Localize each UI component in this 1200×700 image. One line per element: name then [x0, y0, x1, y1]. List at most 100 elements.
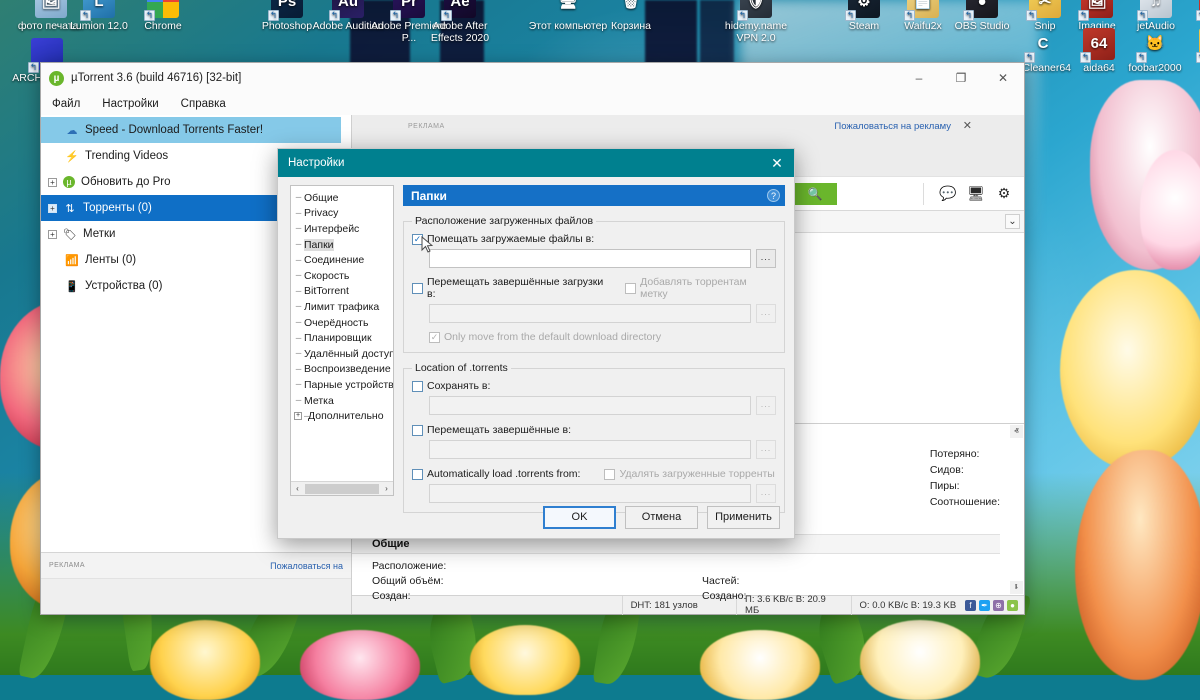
tree-horizontal-scrollbar[interactable]: ‹ ›: [291, 481, 393, 495]
sidebar-item-label: Ленты (0): [85, 254, 137, 266]
move-completed-checkbox[interactable]: [412, 282, 423, 294]
prefs-category-4[interactable]: – Соединение: [291, 252, 393, 268]
help-icon[interactable]: ?: [767, 189, 780, 202]
tree-connector: –: [295, 332, 302, 344]
prefs-category-13[interactable]: – Метка: [291, 393, 393, 409]
shortcut-arrow-icon: ↰: [441, 10, 452, 21]
prefs-category-label: Планировщик: [304, 332, 372, 345]
chevron-down-icon[interactable]: ⌄: [1005, 214, 1020, 229]
expand-icon[interactable]: +: [48, 229, 57, 239]
prefs-category-label: Очерёдность: [304, 316, 369, 329]
prefs-category-7[interactable]: – Лимит трафика: [291, 299, 393, 315]
prefs-category-12[interactable]: – Парные устройства: [291, 377, 393, 393]
sidebar-item-label: Метки: [83, 228, 116, 240]
close-button[interactable]: ✕: [982, 63, 1024, 93]
save-in-label: Сохранять в:: [427, 380, 491, 392]
menu-file[interactable]: Файл: [49, 97, 83, 111]
menu-help[interactable]: Справка: [178, 97, 229, 111]
apply-button[interactable]: Применить: [707, 505, 780, 529]
desktop-icon-chrome-icon[interactable]: ↰ Chrome: [120, 0, 206, 32]
prefs-category-label: Метка: [304, 394, 334, 407]
only-move-default-label: Only move from the default download dire…: [444, 331, 662, 343]
prefs-category-label: Privacy: [304, 207, 339, 220]
prefs-category-10[interactable]: – Удалённый доступ: [291, 346, 393, 362]
prefs-category-8[interactable]: – Очерёдность: [291, 315, 393, 331]
scroll-up-icon[interactable]: ⱏ: [1010, 425, 1023, 438]
tree-connector: –: [295, 395, 302, 407]
desktop-icon-potplayer-icon[interactable]: ▶↰Pot...: [1172, 28, 1200, 74]
close-icon[interactable]: ✕: [760, 149, 794, 177]
browse-button[interactable]: ...: [756, 396, 776, 415]
move-completed-path-input[interactable]: [429, 304, 751, 323]
browse-button[interactable]: ...: [756, 249, 776, 268]
prefs-category-9[interactable]: – Планировщик: [291, 330, 393, 346]
prefs-category-1[interactable]: – Privacy: [291, 206, 393, 222]
desktop-icon-after-effects-icon[interactable]: Ae ↰ Adobe After Effects 2020: [417, 0, 503, 44]
ad-label: РЕКЛАМА: [49, 562, 85, 569]
move-finished-row[interactable]: Перемещать завершённые в:: [412, 424, 776, 436]
scrollbar-thumb[interactable]: [305, 483, 379, 494]
put-files-row[interactable]: ✓ Помещать загружаемые файлы в:: [412, 233, 776, 245]
only-move-default-checkbox[interactable]: ✓: [429, 331, 440, 343]
prefs-category-label: Лимит трафика: [304, 300, 380, 313]
prefs-category-0[interactable]: – Общие: [291, 190, 393, 206]
only-move-default-row[interactable]: ✓ Only move from the default download di…: [429, 331, 776, 343]
prefs-category-2[interactable]: – Интерфейс: [291, 221, 393, 237]
expand-icon[interactable]: +: [48, 177, 57, 187]
ok-button[interactable]: OK: [543, 505, 616, 529]
prefs-category-5[interactable]: – Скорость: [291, 268, 393, 284]
save-in-path-input[interactable]: [429, 396, 751, 415]
scroll-right-icon[interactable]: ›: [380, 484, 393, 493]
prefs-category-11[interactable]: – Воспроизведение: [291, 362, 393, 378]
audition-icon: Au ↰: [329, 0, 364, 21]
aida64-icon: 64 ↰: [1080, 28, 1115, 63]
minimize-button[interactable]: –: [898, 63, 940, 93]
search-icon[interactable]: 🔍: [793, 182, 837, 205]
pane-header: Папки ?: [403, 185, 785, 206]
tag-icon: 🏷: [63, 228, 77, 241]
close-ad-icon[interactable]: ✕: [963, 119, 972, 132]
android-icon[interactable]: ●: [1007, 599, 1019, 611]
move-finished-path-input[interactable]: [429, 440, 751, 459]
put-files-path-input[interactable]: [429, 249, 751, 268]
save-in-row[interactable]: Сохранять в:: [412, 380, 776, 392]
delete-loaded-checkbox[interactable]: [604, 468, 616, 480]
prefs-category-3[interactable]: – Папки: [291, 237, 393, 253]
add-torrent-label-label: Добавлять торрентам метку: [640, 276, 747, 300]
torrents-location-group: Location of .torrents Сохранять в: ... П…: [403, 362, 785, 513]
menu-settings[interactable]: Настройки: [99, 97, 161, 111]
sidebar-item-0[interactable]: ☁ Speed - Download Torrents Faster!: [41, 117, 341, 143]
save-in-checkbox[interactable]: [412, 380, 423, 392]
expand-icon[interactable]: +: [48, 203, 57, 213]
maximize-button[interactable]: ❐: [940, 63, 982, 93]
browse-button[interactable]: ...: [756, 440, 776, 459]
scroll-left-icon[interactable]: ‹: [291, 484, 304, 493]
expand-icon[interactable]: +: [294, 412, 302, 421]
move-completed-row[interactable]: Перемещать завершённые загрузки в: Добав…: [412, 276, 776, 300]
scroll-down-icon[interactable]: ⱛ: [1010, 581, 1023, 594]
move-finished-checkbox[interactable]: [412, 424, 423, 436]
detail-row-right: Создано:: [702, 590, 747, 602]
browse-button[interactable]: ...: [756, 304, 776, 323]
put-files-checkbox[interactable]: ✓: [412, 233, 423, 245]
prefs-category-14[interactable]: + – Дополнительно: [291, 408, 393, 424]
gear-icon[interactable]: ⚙: [990, 185, 1018, 202]
desktop-icon-recycle-bin-icon[interactable]: 🗑 Корзина: [588, 0, 674, 32]
remote-screen-icon[interactable]: 🖥: [962, 185, 990, 202]
preferences-titlebar[interactable]: Настройки ✕: [278, 149, 794, 177]
comments-icon[interactable]: 💬: [934, 185, 962, 202]
preferences-dialog: Настройки ✕ – Общие – Privacy – Интерфейс – Пап…: [277, 148, 795, 539]
report-ad-link[interactable]: Пожаловаться на рекламу: [834, 121, 951, 132]
desktop-icon-label: Корзина: [611, 20, 651, 32]
prefs-category-6[interactable]: – BitTorrent: [291, 284, 393, 300]
sidebar-ad-slot[interactable]: [41, 578, 351, 614]
prefs-category-label: Дополнительно: [308, 410, 384, 423]
desktop-icon-hidemyname-icon[interactable]: 🛡 ↰ hidemy.name VPN 2.0: [713, 0, 799, 44]
add-torrent-label-checkbox[interactable]: [625, 282, 637, 294]
utorrent-titlebar[interactable]: µ µTorrent 3.6 (build 46716) [32-bit] – …: [41, 63, 1024, 93]
autoload-checkbox[interactable]: [412, 468, 423, 480]
autoload-row[interactable]: Automatically load .torrents from: Удаля…: [412, 468, 776, 480]
foobar2000-icon: 🐱 ↰: [1136, 35, 1165, 63]
report-ad-link[interactable]: Пожаловаться на: [270, 561, 343, 571]
cancel-button[interactable]: Отмена: [625, 505, 698, 529]
